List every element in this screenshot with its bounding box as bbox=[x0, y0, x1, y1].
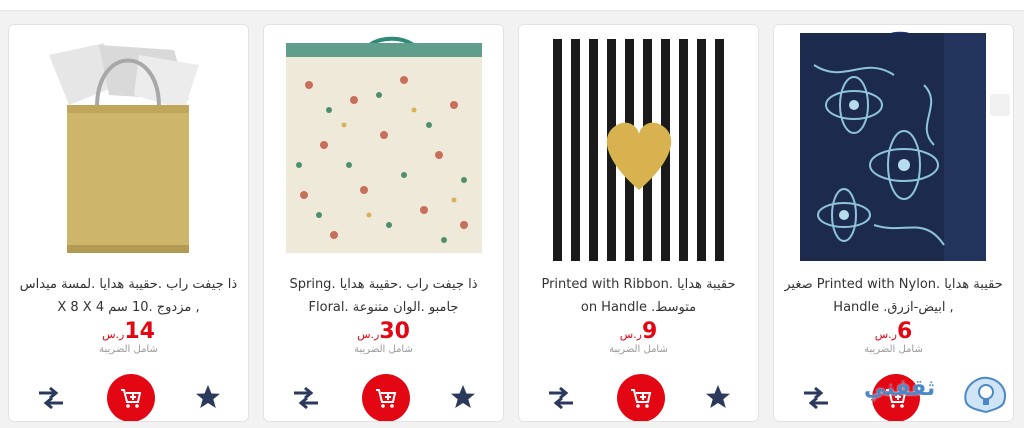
star-icon[interactable] bbox=[450, 384, 476, 410]
product-price: 14ر.س bbox=[102, 319, 155, 344]
product-image[interactable] bbox=[9, 25, 248, 261]
add-to-cart-button[interactable] bbox=[617, 374, 665, 421]
tax-note: شامل الضريبة bbox=[864, 344, 923, 355]
compare-arrows-icon[interactable] bbox=[802, 386, 830, 410]
product-title[interactable]: حقيبة هدايا .Printed with Ribbon متوسط. … bbox=[529, 273, 748, 321]
product-image[interactable] bbox=[519, 25, 758, 261]
product-title[interactable]: ذا جيفت راب .حقيبة هدايا .لمسة ميداس , م… bbox=[19, 273, 238, 321]
add-to-cart-button[interactable] bbox=[362, 374, 410, 421]
lightbulb-icon bbox=[964, 376, 1006, 414]
compare-arrows-icon[interactable] bbox=[292, 386, 320, 410]
product-card[interactable]: حقيبة هدايا .Printed with Nylon صغير , ا… bbox=[773, 24, 1014, 422]
product-card[interactable]: حقيبة هدايا .Printed with Ribbon متوسط. … bbox=[518, 24, 759, 422]
star-icon[interactable] bbox=[705, 384, 731, 410]
product-title[interactable]: حقيبة هدايا .Printed with Nylon صغير , ا… bbox=[784, 273, 1003, 321]
product-price: 9ر.س bbox=[619, 319, 658, 344]
product-title[interactable]: ذا جيفت راب .حقيبة هدايا .Spring جامبو .… bbox=[274, 273, 493, 321]
watermark-text: ثقفني bbox=[864, 376, 936, 401]
carousel-next-button[interactable] bbox=[990, 94, 1010, 116]
product-image[interactable] bbox=[774, 25, 1013, 261]
product-image[interactable] bbox=[264, 25, 503, 261]
add-to-cart-button[interactable] bbox=[107, 374, 155, 421]
product-price: 6ر.س bbox=[874, 319, 913, 344]
product-price: 30ر.س bbox=[357, 319, 410, 344]
product-card[interactable]: ذا جيفت راب .حقيبة هدايا .لمسة ميداس , م… bbox=[8, 24, 249, 422]
watermark-logo: ثقفني bbox=[858, 370, 1018, 418]
compare-arrows-icon[interactable] bbox=[547, 386, 575, 410]
cart-icon bbox=[376, 389, 397, 408]
compare-arrows-icon[interactable] bbox=[37, 386, 65, 410]
tax-note: شامل الضريبة bbox=[354, 344, 413, 355]
tax-note: شامل الضريبة bbox=[609, 344, 668, 355]
tax-note: شامل الضريبة bbox=[99, 344, 158, 355]
cart-icon bbox=[631, 389, 652, 408]
star-icon[interactable] bbox=[195, 384, 221, 410]
cart-icon bbox=[121, 389, 142, 408]
top-bar bbox=[0, 0, 1024, 11]
product-card[interactable]: ذا جيفت راب .حقيبة هدايا .Spring جامبو .… bbox=[263, 24, 504, 422]
